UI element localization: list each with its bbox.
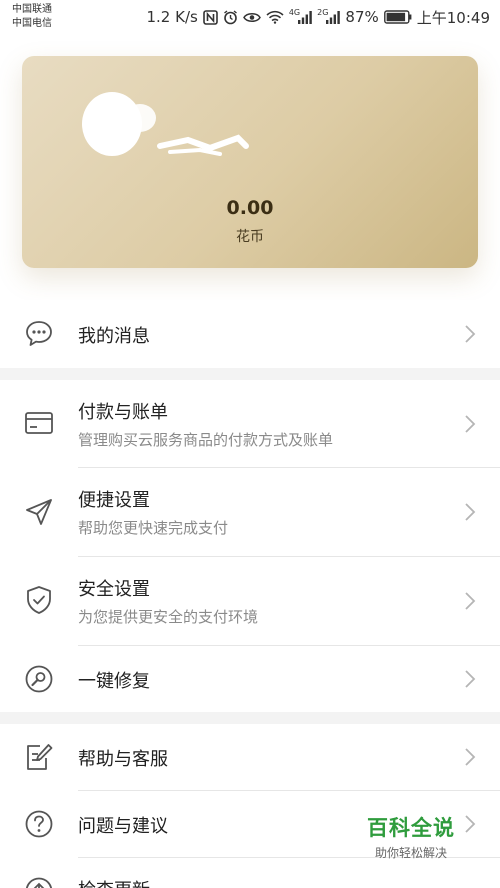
balance-unit: 花币: [236, 229, 264, 245]
clock-time: 上午10:49: [416, 8, 490, 27]
payment-title: 付款与账单: [78, 402, 168, 423]
signal-2-icon: 2G: [317, 7, 341, 24]
credit-card-icon: [25, 412, 53, 434]
payment-subtitle: 管理购买云服务商品的付款方式及账单: [78, 431, 334, 449]
message-bubble-icon: [26, 321, 52, 346]
section-gap: [0, 712, 500, 724]
quick-settings-title: 便捷设置: [78, 490, 150, 511]
menu-item-messages[interactable]: 我的消息: [0, 300, 500, 368]
menu-item-quick-settings[interactable]: 便捷设置 帮助您更快速完成支付: [0, 468, 500, 556]
carrier-1: 中国联通: [12, 4, 52, 15]
menu-item-check-updates[interactable]: 检查更新: [0, 858, 500, 888]
menu-item-help-support[interactable]: 帮助与客服: [0, 724, 500, 790]
nfc-icon: [203, 9, 218, 25]
obscured-avatar-username: [82, 92, 249, 156]
question-circle-icon: [25, 810, 53, 838]
chevron-right-icon: [465, 748, 476, 766]
quick-settings-subtitle: 帮助您更快速完成支付: [78, 519, 229, 537]
edit-document-icon: [27, 744, 53, 770]
menu-item-payment-bills[interactable]: 付款与账单 管理购买云服务商品的付款方式及账单: [0, 380, 500, 468]
carrier-2: 中国电信: [12, 18, 52, 29]
status-bar: 中国联通 中国电信 1.2 K/s 4G 2G 87% 上午10:49: [0, 0, 500, 36]
update-title: 检查更新: [78, 876, 150, 888]
watermark: 百科全说 助你轻松解决: [352, 812, 470, 861]
security-title: 安全设置: [78, 579, 150, 600]
alarm-icon: [223, 9, 238, 25]
watermark-subtitle: 助你轻松解决: [374, 846, 447, 860]
status-icons: 1.2 K/s 4G 2G 87% 上午10:49: [147, 7, 491, 27]
menu-item-one-click-repair[interactable]: 一键修复: [0, 646, 500, 712]
help-title: 帮助与客服: [78, 749, 168, 770]
shield-check-icon: [27, 586, 51, 614]
watermark-title: 百科全说: [367, 816, 455, 840]
messages-title: 我的消息: [78, 326, 150, 347]
signal-1-icon: 4G: [288, 7, 312, 24]
account-card[interactable]: 0.00 花币: [22, 56, 478, 268]
battery-percent: 87%: [345, 8, 379, 26]
menu-item-security-settings[interactable]: 安全设置 为您提供更安全的支付环境: [0, 557, 500, 645]
chevron-right-icon: [465, 503, 476, 521]
section-gap: [0, 368, 500, 380]
security-subtitle: 为您提供更安全的支付环境: [78, 608, 259, 626]
repair-wrench-icon: [25, 665, 53, 693]
network-speed: 1.2 K/s: [146, 8, 198, 26]
balance-value: 0.00: [226, 197, 274, 219]
network-type-2: 2G: [317, 7, 329, 17]
send-arrow-icon: [26, 499, 52, 525]
repair-title: 一键修复: [78, 671, 150, 692]
chevron-right-icon: [465, 592, 476, 610]
carrier-names: 中国联通 中国电信: [12, 3, 52, 31]
feedback-title: 问题与建议: [78, 816, 168, 837]
wifi-icon: [266, 10, 284, 24]
chevron-right-icon: [465, 670, 476, 688]
network-type-1: 4G: [288, 7, 301, 17]
battery-icon: [383, 10, 412, 24]
chevron-right-icon: [465, 415, 476, 433]
chevron-right-icon: [465, 325, 476, 343]
eye-comfort-icon: [242, 11, 261, 24]
update-circle-icon: [25, 877, 53, 888]
